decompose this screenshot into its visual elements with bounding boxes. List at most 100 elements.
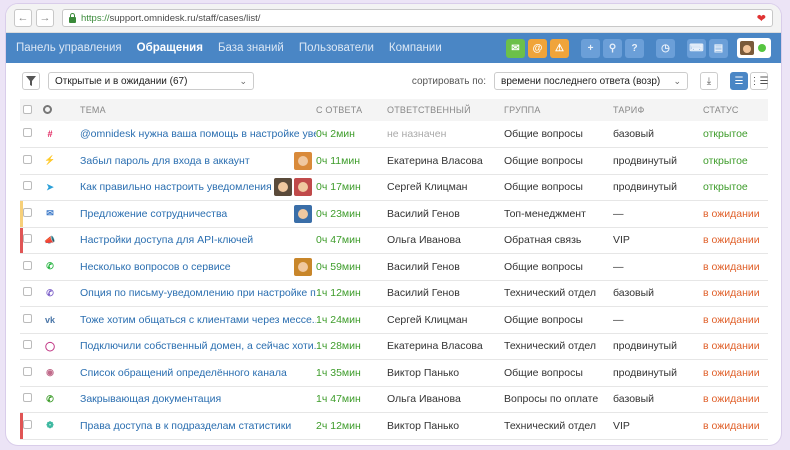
url-text: https://support.omnidesk.ru/staff/cases/…: [81, 13, 260, 24]
address-bar[interactable]: https://support.omnidesk.ru/staff/cases/…: [62, 9, 773, 27]
row-checkbox[interactable]: [23, 313, 32, 323]
row-checkbox[interactable]: [23, 154, 32, 164]
table-row[interactable]: ✆ Несколько вопросов о сервисе 0ч 59мин Вас…: [20, 254, 768, 280]
col-assignee[interactable]: ОТВЕТСТВЕННЫЙ: [387, 99, 504, 121]
nav-item[interactable]: Обращения: [137, 42, 203, 54]
row-checkbox[interactable]: [23, 260, 32, 270]
status-badge: открытое: [703, 128, 748, 140]
viber-icon: ✆: [46, 287, 54, 298]
case-subject-link[interactable]: Опция по письму-уведомлению при настройк…: [80, 287, 316, 299]
messenger-icon: ⚡: [44, 155, 56, 166]
briefcase-icon: ▤: [713, 42, 724, 54]
case-subject-link[interactable]: Несколько вопросов о сервисе: [80, 261, 231, 273]
col-group[interactable]: ГРУППА: [504, 99, 613, 121]
gear-icon[interactable]: [43, 104, 52, 114]
view-list-button[interactable]: ☰: [730, 72, 748, 90]
table-row[interactable]: ◯ Подключили собственный домен, а сейчас …: [20, 333, 768, 360]
select-all-checkbox[interactable]: [23, 104, 32, 114]
user-menu[interactable]: [737, 38, 771, 58]
table-row[interactable]: ◉ Список обращений определённого канала 1ч…: [20, 360, 768, 386]
table-row[interactable]: ⚡ Забыл пароль для входа в аккаунт 0ч 11ми…: [20, 148, 768, 174]
row-checkbox[interactable]: [23, 393, 32, 403]
nav-item[interactable]: Компании: [389, 42, 442, 54]
row-checkbox[interactable]: [23, 340, 32, 350]
row-checkbox[interactable]: [23, 234, 32, 244]
forward-button[interactable]: →: [36, 9, 54, 27]
table-row[interactable]: ➤ Как правильно настроить уведомления 0ч 1…: [20, 174, 768, 201]
group: Вопросы по оплате: [504, 393, 599, 406]
plan: продвинутый: [613, 181, 677, 194]
back-button[interactable]: ←: [14, 9, 32, 27]
case-subject-link[interactable]: Тоже хотим общаться с клиентами через ме…: [80, 314, 316, 326]
sort-select[interactable]: времени последнего ответа (возр) ⌄: [494, 72, 688, 90]
table-row[interactable]: ✆ Закрывающая документация 1ч 47мин Ольга И…: [20, 386, 768, 413]
status-badge: в ожидании: [703, 234, 760, 247]
case-subject-link[interactable]: Настройки доступа для API-ключей: [80, 234, 253, 246]
chat-icon: ✉: [511, 42, 520, 54]
plan: VIP: [613, 419, 630, 432]
time-since-reply: 1ч 28мин: [316, 340, 361, 353]
assignee: Сергей Клицман: [387, 313, 468, 326]
case-subject-link[interactable]: @omnidesk нужна ваша помощь в настройке …: [80, 128, 316, 140]
row-checkbox[interactable]: [23, 419, 32, 429]
export-button[interactable]: ⤓: [700, 72, 718, 90]
keyboard-button[interactable]: ⌨: [687, 38, 706, 58]
assignee: Виктор Панько: [387, 366, 460, 379]
case-subject-link[interactable]: Список обращений определённого канала: [80, 367, 287, 379]
group: Общие вопросы: [504, 128, 583, 140]
group: Общие вопросы: [504, 260, 583, 273]
group: Общие вопросы: [504, 181, 583, 194]
nav-item[interactable]: База знаний: [218, 42, 284, 54]
table-row[interactable]: ❁ Права доступа в к подразделам статистик…: [20, 412, 768, 439]
row-checkbox[interactable]: [23, 287, 32, 297]
row-checkbox[interactable]: [23, 181, 32, 191]
assignee-avatar: [294, 178, 312, 197]
row-checkbox[interactable]: [23, 207, 32, 217]
list-bullets-icon: ⋮☰: [749, 75, 769, 87]
add-button[interactable]: +: [581, 38, 600, 58]
table-row[interactable]: vk Тоже хотим общаться с клиентами через …: [20, 307, 768, 333]
col-status[interactable]: СТАТУС: [703, 99, 768, 121]
whatsapp-icon: ✆: [46, 261, 54, 272]
case-subject-link[interactable]: Как правильно настроить уведомления: [80, 181, 272, 193]
table-row[interactable]: 📣 Настройки доступа для API-ключей 0ч 47ми…: [20, 227, 768, 254]
filter-select[interactable]: Открытые и в ожидании (67) ⌄: [48, 72, 254, 90]
case-subject-link[interactable]: Предложение сотрудничества: [80, 208, 227, 220]
table-row[interactable]: # @omnidesk нужна ваша помощь в настройке…: [20, 121, 768, 148]
col-since[interactable]: С ОТВЕТА: [316, 99, 387, 121]
filter-button[interactable]: [22, 72, 40, 90]
plan: VIP: [613, 234, 630, 247]
case-subject-link[interactable]: Закрывающая документация: [80, 393, 221, 405]
case-subject-link[interactable]: Подключили собственный домен, а сейчас х…: [80, 340, 316, 352]
table-body: # @omnidesk нужна ваша помощь в настройке…: [20, 121, 768, 439]
col-subject[interactable]: ТЕМА: [80, 99, 316, 121]
table-row[interactable]: ✉ Предложение сотрудничества 0ч 23мин Васил…: [20, 200, 768, 227]
filter-select-value: Открытые и в ожидании (67): [55, 75, 188, 87]
group: Технический отдел: [504, 287, 596, 300]
lock-icon: [69, 12, 76, 23]
briefcase-button[interactable]: ▤: [709, 38, 728, 58]
toolbar: ✉ @ ⚠ + ⚲ ? ◷ ⌨ ▤: [506, 38, 771, 58]
case-subject-link[interactable]: Забыл пароль для входа в аккаунт: [80, 155, 250, 167]
avatars: [294, 257, 316, 276]
nav-item[interactable]: Панель управления: [16, 42, 122, 54]
chat-button[interactable]: ✉: [506, 38, 525, 58]
email-icon: ✉: [46, 208, 54, 219]
time-since-reply: 2ч 12мин: [316, 419, 361, 432]
time-button[interactable]: ◷: [656, 38, 675, 58]
case-subject-link[interactable]: Права доступа в к подразделам статистики: [80, 420, 291, 432]
warning-button[interactable]: ⚠: [550, 38, 569, 58]
col-plan[interactable]: ТАРИФ: [613, 99, 703, 121]
instagram-icon: ◯: [44, 340, 56, 351]
row-checkbox[interactable]: [23, 128, 32, 137]
help-button[interactable]: ?: [625, 38, 644, 58]
assignee-avatar: [274, 178, 292, 197]
search-button[interactable]: ⚲: [603, 38, 622, 58]
time-since-reply: 1ч 35мин: [316, 366, 361, 379]
nav-item[interactable]: Пользователи: [299, 42, 374, 54]
mention-button[interactable]: @: [528, 38, 547, 58]
table-row[interactable]: ✆ Опция по письму-уведомлению при настрой…: [20, 280, 768, 307]
view-compact-button[interactable]: ⋮☰: [750, 72, 768, 90]
row-checkbox[interactable]: [23, 366, 32, 376]
heart-icon[interactable]: ❤: [757, 12, 766, 25]
